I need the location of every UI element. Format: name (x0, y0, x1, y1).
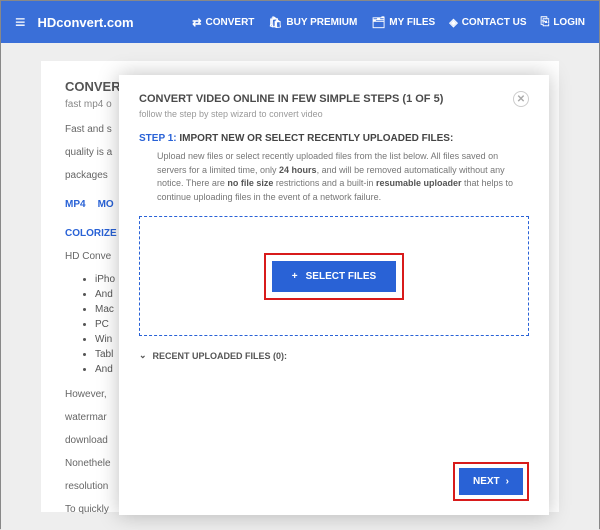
close-icon[interactable]: ✕ (513, 91, 529, 107)
app-frame: ≡ HDconvert.com ⇄CONVERT 🛍BUY PREMIUM 🗂M… (0, 0, 600, 529)
nav-files[interactable]: 🗂MY FILES (371, 16, 435, 29)
wizard-modal: CONVERT VIDEO ONLINE IN FEW SIMPLE STEPS… (119, 75, 549, 515)
files-icon: 🗂 (371, 16, 385, 29)
bag-icon: 🛍 (268, 16, 282, 29)
nav-links: ⇄CONVERT 🛍BUY PREMIUM 🗂MY FILES ◈CONTACT… (192, 16, 585, 29)
step-heading: STEP 1: IMPORT NEW OR SELECT RECENTLY UP… (139, 133, 529, 144)
upload-dropzone[interactable]: + SELECT FILES (139, 216, 529, 336)
step-number: STEP 1: (139, 133, 177, 144)
modal-subtitle: follow the step by step wizard to conver… (139, 109, 529, 119)
brand[interactable]: HDconvert.com (38, 15, 193, 30)
nav-login[interactable]: ⎘LOGIN (541, 16, 585, 29)
login-icon: ⎘ (541, 16, 550, 29)
convert-icon: ⇄ (192, 16, 201, 29)
select-files-button[interactable]: + SELECT FILES (272, 261, 396, 292)
next-button[interactable]: NEXT › (459, 468, 523, 495)
chevron-right-icon: › (506, 476, 509, 487)
plus-icon: + (292, 271, 298, 282)
recent-uploads-toggle[interactable]: ⌄ RECENT UPLOADED FILES (0): (139, 350, 529, 361)
tab-mp4[interactable]: MP4 (65, 197, 86, 212)
tab-mo[interactable]: MO (98, 197, 114, 212)
select-files-label: SELECT FILES (306, 271, 377, 282)
select-files-highlight: + SELECT FILES (264, 253, 404, 300)
modal-title: CONVERT VIDEO ONLINE IN FEW SIMPLE STEPS… (139, 93, 443, 105)
nav-premium[interactable]: 🛍BUY PREMIUM (268, 16, 357, 29)
chevron-down-icon: ⌄ (139, 350, 147, 361)
next-label: NEXT (473, 476, 500, 487)
contact-icon: ◈ (449, 16, 457, 29)
tab-colorize[interactable]: COLORIZE (65, 226, 117, 241)
recent-label: RECENT UPLOADED FILES (0): (153, 351, 288, 361)
step-text: IMPORT NEW OR SELECT RECENTLY UPLOADED F… (179, 133, 453, 144)
topbar: ≡ HDconvert.com ⇄CONVERT 🛍BUY PREMIUM 🗂M… (1, 1, 599, 43)
nav-contact[interactable]: ◈CONTACT US (449, 16, 526, 29)
nav-convert[interactable]: ⇄CONVERT (192, 16, 254, 29)
next-highlight: NEXT › (453, 462, 529, 501)
modal-title-row: CONVERT VIDEO ONLINE IN FEW SIMPLE STEPS… (139, 91, 529, 107)
menu-icon[interactable]: ≡ (15, 12, 26, 33)
step-description: Upload new files or select recently uplo… (157, 150, 529, 204)
